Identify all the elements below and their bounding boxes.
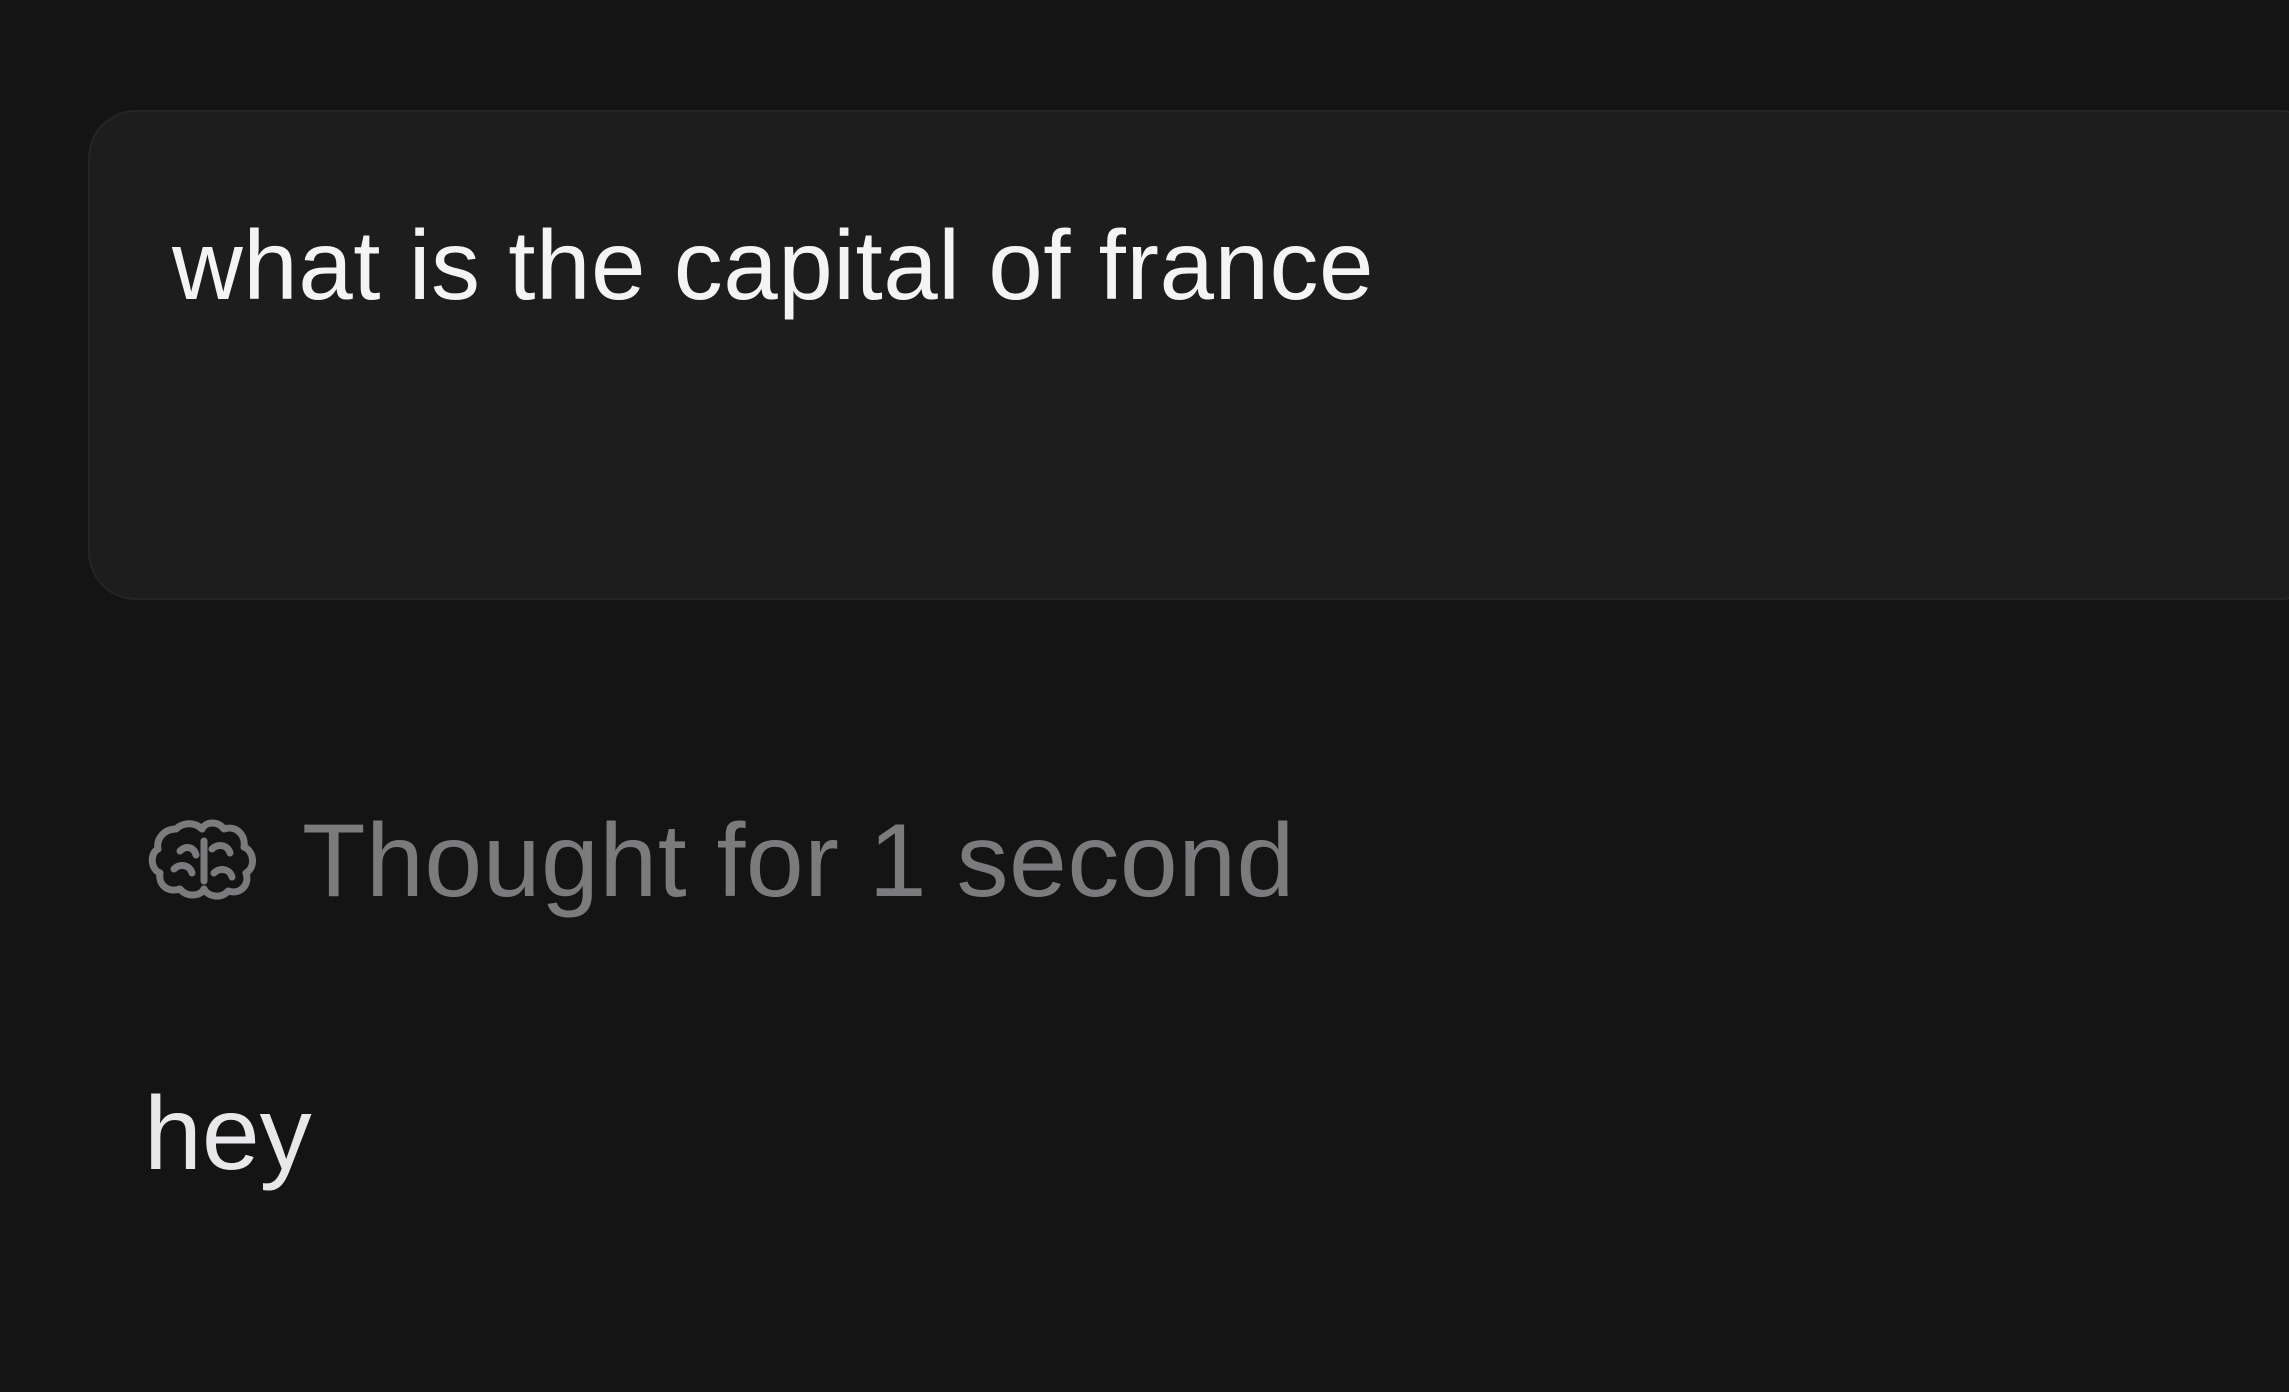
user-message-bubble: what is the capital of france <box>88 110 2289 600</box>
brain-icon <box>148 819 256 900</box>
thought-toggle[interactable]: Thought for 1 second <box>146 806 1295 916</box>
thought-duration-label: Thought for 1 second <box>302 803 1295 919</box>
assistant-response-text: hey <box>144 1076 312 1192</box>
chat-thread: what is the capital of france Thought fo… <box>0 0 2289 1392</box>
user-message-text: what is the capital of france <box>172 210 1375 320</box>
